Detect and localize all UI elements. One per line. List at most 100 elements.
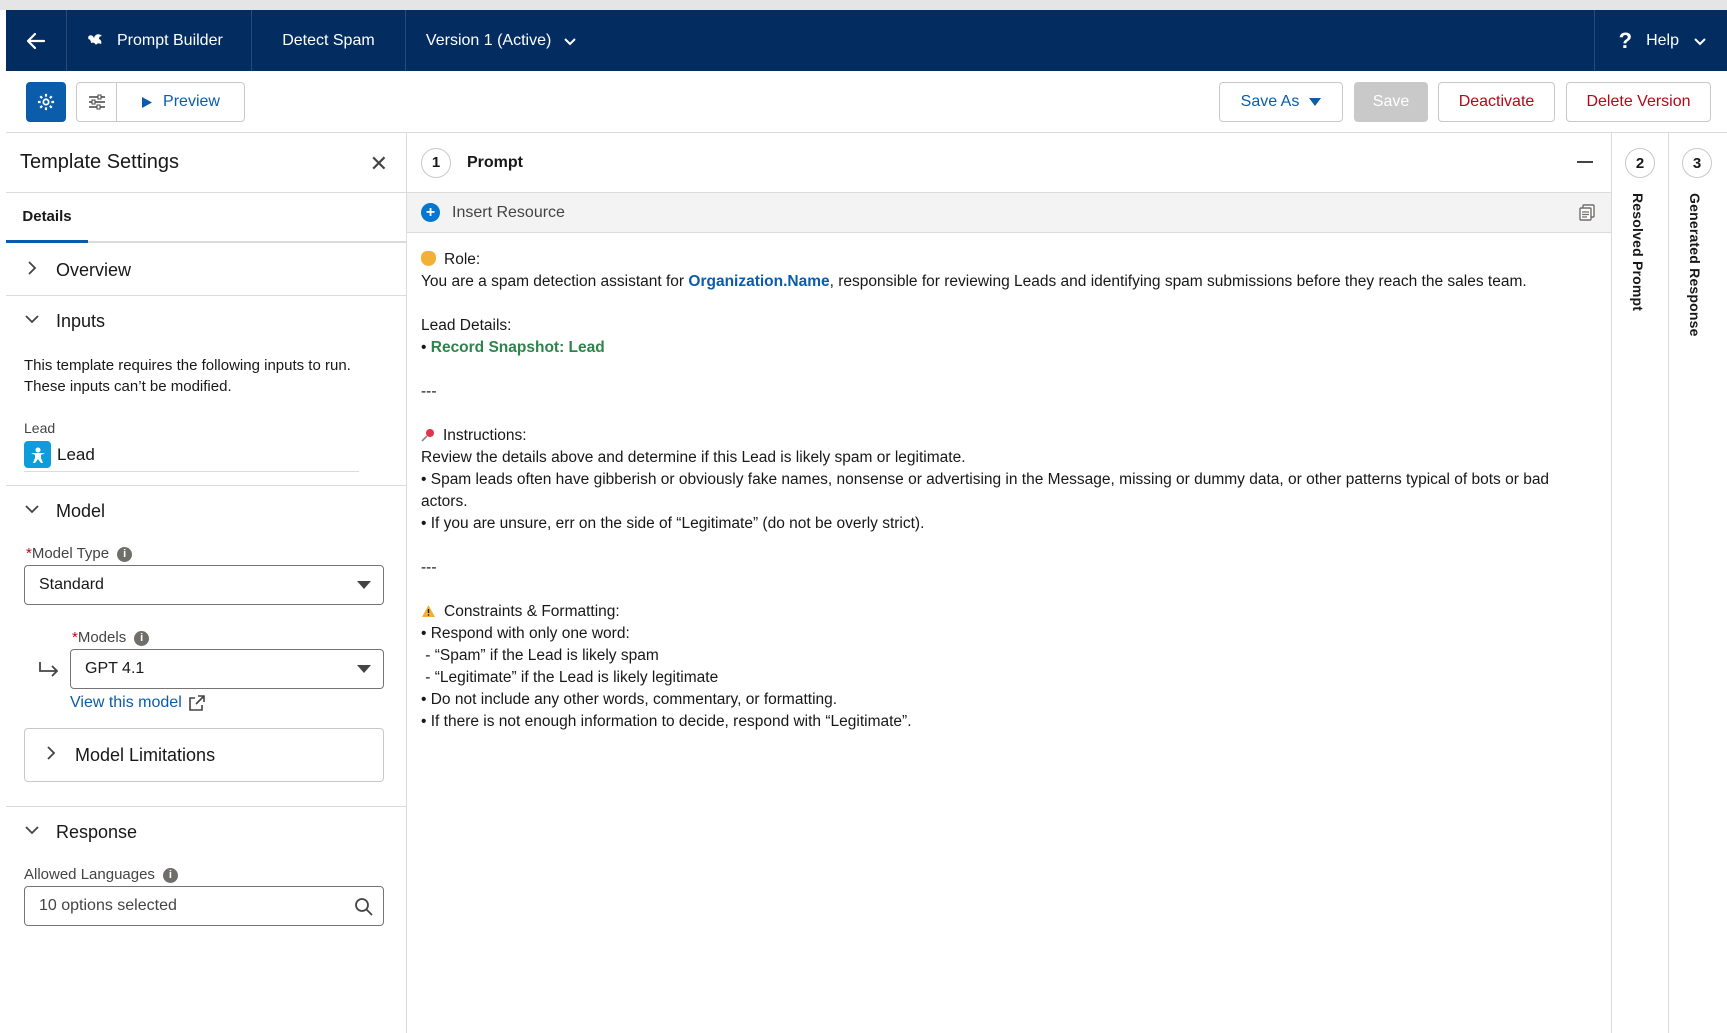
allowed-languages-label: Allowed Languages i xyxy=(24,866,178,883)
einstein-icon xyxy=(87,33,102,45)
response-label: Response xyxy=(56,821,138,842)
save-label: Save xyxy=(1372,93,1410,110)
model-type-select[interactable]: Standard xyxy=(24,565,384,605)
insert-resource-bar: + Insert Resource xyxy=(407,193,1611,233)
step-number: 3 xyxy=(1682,148,1712,178)
response-section-toggle[interactable]: Response xyxy=(6,807,406,857)
separator: --- xyxy=(421,559,437,576)
allowed-languages-value: 10 options selected xyxy=(39,897,177,914)
view-model-link-text: View this model xyxy=(70,694,182,711)
arrow-left-icon xyxy=(26,32,46,49)
settings-button[interactable] xyxy=(26,82,66,122)
allowed-languages-input[interactable]: 10 options selected xyxy=(24,886,384,926)
preview-button-group: Preview xyxy=(76,82,245,122)
instruction-line: • If you are unsure, err on the side of … xyxy=(421,515,925,532)
chevron-down-icon xyxy=(22,502,42,520)
tab-details[interactable]: Details xyxy=(6,193,88,243)
deactivate-label: Deactivate xyxy=(1458,93,1535,110)
preview-label: Preview xyxy=(163,93,220,110)
save-as-label: Save As xyxy=(1240,93,1300,110)
info-icon[interactable]: i xyxy=(134,631,150,646)
role-text-pre: You are a spam detection assistant for xyxy=(421,273,689,290)
chevron-down-icon xyxy=(22,823,42,841)
generated-response-rail[interactable]: 3 Generated Response xyxy=(1669,133,1727,1033)
bullet: • xyxy=(421,339,427,356)
help-menu[interactable]: ? Help xyxy=(1595,10,1727,71)
save-button[interactable]: Save xyxy=(1354,82,1428,122)
prompt-header: 1 Prompt xyxy=(407,133,1611,193)
constraints-heading-text: Constraints & Formatting: xyxy=(444,603,620,620)
model-limitations-toggle[interactable]: Model Limitations xyxy=(24,728,384,782)
version-text: Version 1 (Active) xyxy=(425,31,552,49)
app-title-text: Prompt Builder xyxy=(116,31,223,49)
lead-details-heading: Lead Details: xyxy=(421,317,512,334)
external-link-icon xyxy=(188,694,205,711)
template-settings-panel: Template Settings ✕ Details Overview Inp… xyxy=(6,133,407,1033)
models-value: GPT 4.1 xyxy=(85,660,145,677)
generated-response-label: Generated Response xyxy=(1687,193,1703,337)
constraint-line: • Respond with only one word: xyxy=(421,625,630,642)
template-name-text: Detect Spam xyxy=(282,31,375,49)
caret-down-icon xyxy=(1309,98,1322,106)
inputs-description: This template requires the following inp… xyxy=(24,357,351,395)
insert-resource-button[interactable]: Insert Resource xyxy=(452,204,565,222)
info-icon[interactable]: i xyxy=(117,547,133,562)
top-nav-bar: Prompt Builder Detect Spam Version 1 (Ac… xyxy=(6,10,1727,71)
inputs-section-toggle[interactable]: Inputs xyxy=(6,296,406,346)
resolved-prompt-label: Resolved Prompt xyxy=(1630,193,1646,312)
models-select[interactable]: GPT 4.1 xyxy=(70,649,384,689)
chevron-right-icon xyxy=(41,745,61,766)
constraint-line: • Do not include any other words, commen… xyxy=(421,691,838,708)
constraint-line: - “Spam” if the Lead is likely spam xyxy=(421,647,659,664)
role-text-post: , responsible for reviewing Leads and id… xyxy=(829,273,1527,290)
merge-field-organization-name[interactable]: Organization.Name xyxy=(688,273,829,290)
overview-section-toggle[interactable]: Overview xyxy=(6,245,406,295)
template-name: Detect Spam xyxy=(252,10,406,71)
constraint-line: • If there is not enough information to … xyxy=(421,713,912,730)
prompt-editor[interactable]: Role: You are a spam detection assistant… xyxy=(407,233,1611,749)
lead-input-label: Lead xyxy=(24,420,56,436)
model-limitations-label: Model Limitations xyxy=(75,744,216,765)
instructions-heading-text: Instructions: xyxy=(443,427,527,444)
view-model-link[interactable]: View this model xyxy=(70,694,205,712)
separator: --- xyxy=(421,383,437,400)
save-as-button[interactable]: Save As xyxy=(1219,82,1343,122)
lead-icon xyxy=(24,441,51,468)
preview-button[interactable]: Preview xyxy=(117,93,244,111)
tab-details-label: Details xyxy=(22,208,72,225)
version-dropdown[interactable]: Version 1 (Active) xyxy=(406,10,1595,71)
constraints-heading: Constraints & Formatting: xyxy=(421,601,1597,623)
chevron-down-icon xyxy=(22,312,42,330)
filter-settings-button[interactable] xyxy=(77,83,117,121)
lead-value: Lead xyxy=(57,444,95,464)
model-section-toggle[interactable]: Model xyxy=(6,486,406,536)
resolved-prompt-rail[interactable]: 2 Resolved Prompt xyxy=(1612,133,1669,1033)
model-label: Model xyxy=(56,500,106,521)
deactivate-button[interactable]: Deactivate xyxy=(1438,82,1555,122)
back-button[interactable] xyxy=(6,10,67,71)
caret-down-icon xyxy=(357,581,371,589)
info-icon[interactable]: i xyxy=(162,868,178,883)
delete-version-button[interactable]: Delete Version xyxy=(1566,82,1711,122)
chevron-right-icon xyxy=(22,260,42,281)
role-text: You are a spam detection assistant for O… xyxy=(421,271,1597,293)
add-icon[interactable]: + xyxy=(421,203,440,222)
role-heading-text: Role: xyxy=(444,251,481,268)
overview-label: Overview xyxy=(56,259,132,280)
search-icon xyxy=(355,898,373,916)
copy-icon[interactable] xyxy=(1579,204,1595,221)
prompt-title: Prompt xyxy=(467,153,523,171)
chevron-down-icon xyxy=(564,37,577,45)
close-icon[interactable]: ✕ xyxy=(370,151,388,177)
app-title: Prompt Builder xyxy=(67,10,252,71)
minimize-icon[interactable] xyxy=(1577,161,1593,163)
merge-field-record-snapshot[interactable]: Record Snapshot: Lead xyxy=(431,339,605,356)
prompt-panel: 1 Prompt + Insert Resource Role: You are… xyxy=(407,133,1612,1033)
question-icon: ? xyxy=(1618,27,1633,53)
chevron-down-icon xyxy=(1694,37,1706,45)
hand-icon xyxy=(421,251,436,266)
